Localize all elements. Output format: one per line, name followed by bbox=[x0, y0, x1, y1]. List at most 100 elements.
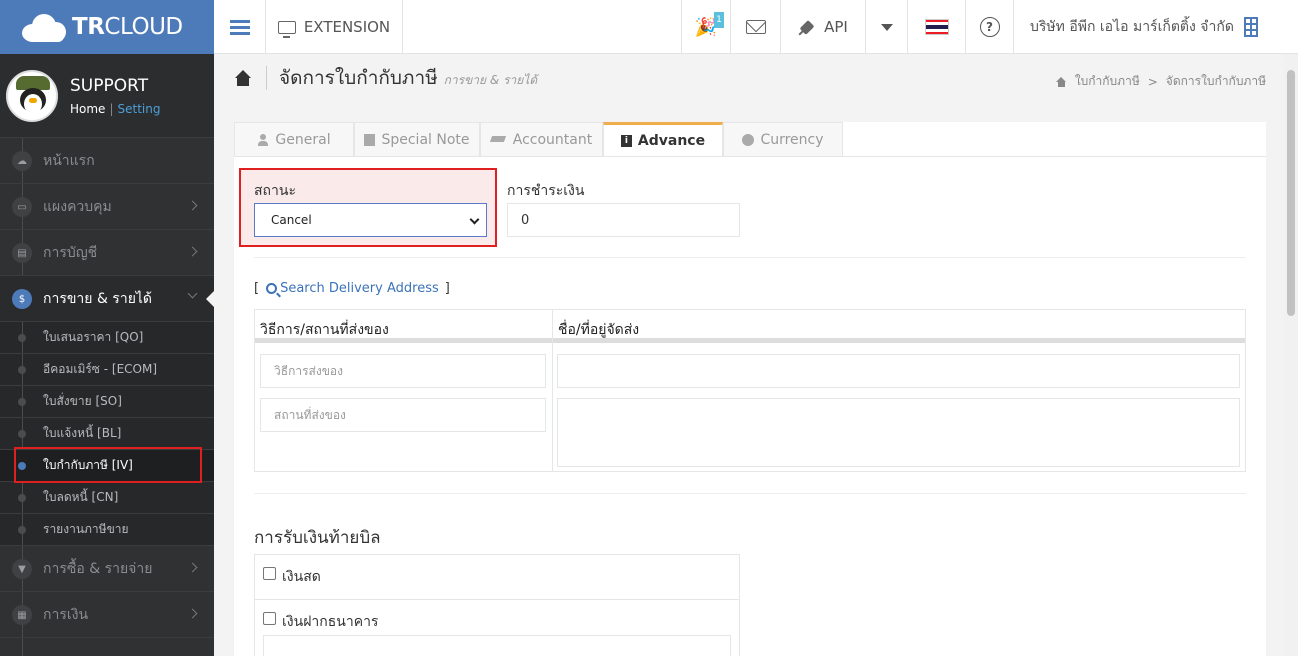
plug-icon bbox=[798, 18, 816, 36]
payment-label: การชำระเงิน bbox=[507, 183, 585, 199]
table-header: ชื่อ/ที่อยู่จัดส่ง bbox=[558, 322, 640, 338]
profile-panel: SUPPORT Home | Setting bbox=[0, 54, 214, 138]
monitor-icon bbox=[277, 20, 296, 38]
sidebar-item-label: หน้าแรก bbox=[43, 152, 95, 169]
sidebar-item-label: แผงควบคุม bbox=[43, 198, 112, 215]
breadcrumb-separator: > bbox=[1147, 74, 1158, 89]
extension-button[interactable]: EXTENSION bbox=[266, 0, 403, 54]
sidebar-item-label: การเงิน bbox=[43, 606, 89, 623]
tab-accountant[interactable]: Accountant bbox=[480, 122, 603, 157]
tab-currency[interactable]: Currency bbox=[723, 122, 843, 157]
hamburger-icon bbox=[229, 17, 250, 38]
brand-logo[interactable]: TRCLOUD bbox=[0, 0, 214, 54]
chevron-right-icon bbox=[187, 200, 198, 211]
tab-special-note[interactable]: Special Note bbox=[354, 122, 480, 157]
company-name: บริษัท อีพีก เอไอ มาร์เก็ตติ้ง จำกัด bbox=[1030, 19, 1234, 35]
home-icon[interactable] bbox=[234, 70, 252, 86]
search-delivery-address: [ Search Delivery Address ] bbox=[254, 281, 450, 296]
tab-bar: General Special Note Accountant i Advanc… bbox=[234, 122, 843, 157]
profile-name: SUPPORT bbox=[70, 75, 149, 96]
page-title: จัดการใบกำกับภาษี bbox=[279, 67, 438, 89]
submenu-item-billing[interactable]: ใบแจ้งหนี้ [BL] bbox=[0, 418, 214, 450]
sidebar-item-label: การบัญชี bbox=[43, 244, 98, 261]
sidebar-item-dashboard[interactable]: ▭ แผงควบคุม bbox=[0, 184, 214, 230]
bank-account-input[interactable] bbox=[263, 635, 731, 656]
delivery-method-input[interactable]: วิธีการส่งของ bbox=[260, 354, 546, 388]
status-selected-value: Cancel bbox=[271, 213, 312, 227]
extension-label: EXTENSION bbox=[303, 18, 391, 36]
scrollbar-thumb[interactable] bbox=[1287, 70, 1295, 316]
setting-link[interactable]: Setting bbox=[117, 102, 160, 116]
brand-name: TRCLOUD bbox=[72, 14, 183, 40]
sidebar-item-purchases[interactable]: ▼ การซื้อ & รายจ่าย bbox=[0, 546, 214, 592]
table-header: วิธีการ/สถานที่ส่งของ bbox=[260, 322, 389, 338]
chevron-right-icon bbox=[187, 246, 198, 257]
user-icon bbox=[257, 134, 269, 146]
submenu-item-ecommerce[interactable]: อีคอมเมิร์ซ - [ECOM] bbox=[0, 354, 214, 386]
breadcrumb-item: จัดการใบกำกับภาษี bbox=[1165, 74, 1266, 88]
chevron-down-icon bbox=[187, 288, 198, 299]
avatar[interactable] bbox=[6, 69, 58, 122]
notification-button[interactable]: 🎉 1 bbox=[681, 0, 731, 54]
note-icon bbox=[364, 134, 376, 146]
sidebar-item-finance[interactable]: ▦ การเงิน bbox=[0, 592, 214, 638]
graduation-cap-icon bbox=[491, 134, 503, 146]
cash-checkbox[interactable] bbox=[263, 567, 276, 580]
globe-icon bbox=[742, 134, 755, 146]
notification-badge: 1 bbox=[714, 12, 724, 28]
chevron-right-icon bbox=[187, 608, 198, 619]
caret-down-icon bbox=[880, 23, 893, 31]
chevron-down-icon bbox=[469, 214, 480, 225]
submenu-item-sales-tax-report[interactable]: รายงานภาษีขาย bbox=[0, 514, 214, 546]
tab-advance[interactable]: i Advance bbox=[603, 122, 723, 157]
search-icon[interactable] bbox=[266, 283, 278, 294]
cloud-logo-icon bbox=[22, 12, 68, 42]
breadcrumb-item[interactable]: ใบกำกับภาษี bbox=[1075, 72, 1140, 91]
bank-label: เงินฝากธนาคาร bbox=[282, 614, 379, 630]
delivery-address-textarea[interactable] bbox=[557, 398, 1240, 467]
thai-flag-icon bbox=[924, 19, 949, 35]
submenu-item-credit-note[interactable]: ใบลดหนี้ [CN] bbox=[0, 482, 214, 514]
home-icon[interactable] bbox=[1055, 76, 1067, 87]
messages-button[interactable] bbox=[731, 0, 781, 54]
dropdown-button[interactable] bbox=[866, 0, 908, 54]
language-button[interactable] bbox=[908, 0, 966, 54]
chevron-right-icon bbox=[187, 562, 198, 573]
recipient-name-input[interactable] bbox=[557, 354, 1240, 388]
info-icon: i bbox=[620, 135, 632, 147]
sales-submenu: ใบเสนอราคา [QO] อีคอมเมิร์ซ - [ECOM] ใบส… bbox=[0, 322, 214, 546]
payment-input[interactable]: 0 bbox=[507, 203, 740, 237]
cash-label: เงินสด bbox=[282, 569, 321, 585]
sidebar: SUPPORT Home | Setting ☁ หน้าแรก ▭ แผงควบค… bbox=[0, 54, 214, 656]
status-label: สถานะ bbox=[254, 183, 296, 199]
book-icon: ▤ bbox=[12, 243, 32, 263]
calendar-icon: ▦ bbox=[12, 605, 32, 625]
tax-invoice-highlight bbox=[14, 447, 202, 483]
help-button[interactable]: ? bbox=[966, 0, 1014, 54]
cart-icon: ▼ bbox=[12, 559, 32, 579]
menu-toggle-button[interactable] bbox=[214, 0, 266, 54]
question-icon: ? bbox=[979, 17, 1000, 37]
sidebar-item-home[interactable]: ☁ หน้าแรก bbox=[0, 138, 214, 184]
home-link[interactable]: Home bbox=[70, 102, 105, 116]
sidebar-menu: ☁ หน้าแรก ▭ แผงควบคุม ▤ การบัญชี $ การขา… bbox=[0, 138, 214, 656]
cloud-icon: ☁ bbox=[12, 151, 32, 171]
api-button[interactable]: API bbox=[781, 0, 866, 54]
api-label: API bbox=[824, 18, 848, 36]
sidebar-item-label: การขาย & รายได้ bbox=[43, 290, 153, 307]
envelope-icon bbox=[745, 20, 766, 34]
submenu-item-sales-order[interactable]: ใบสั่งขาย [SO] bbox=[0, 386, 214, 418]
sidebar-item-accounting[interactable]: ▤ การบัญชี bbox=[0, 230, 214, 276]
company-switcher[interactable]: บริษัท อีพีก เอไอ มาร์เก็ตติ้ง จำกัด bbox=[1014, 0, 1284, 54]
status-select[interactable]: Cancel bbox=[254, 203, 487, 237]
search-delivery-link[interactable]: Search Delivery Address bbox=[280, 281, 439, 296]
page-header: จัดการใบกำกับภาษี การขาย & รายได้ ใบกำกั… bbox=[214, 54, 1284, 102]
tab-general[interactable]: General bbox=[234, 122, 354, 157]
monitor-icon: ▭ bbox=[12, 197, 32, 217]
delivery-place-input[interactable]: สถานที่ส่งของ bbox=[260, 398, 546, 432]
bank-checkbox[interactable] bbox=[263, 612, 276, 625]
sidebar-item-sales[interactable]: $ การขาย & รายได้ bbox=[0, 276, 214, 322]
submenu-item-quotation[interactable]: ใบเสนอราคา [QO] bbox=[0, 322, 214, 354]
breadcrumb: ใบกำกับภาษี > จัดการใบกำกับภาษี bbox=[1055, 72, 1266, 91]
page-subtitle: การขาย & รายได้ bbox=[443, 72, 538, 87]
